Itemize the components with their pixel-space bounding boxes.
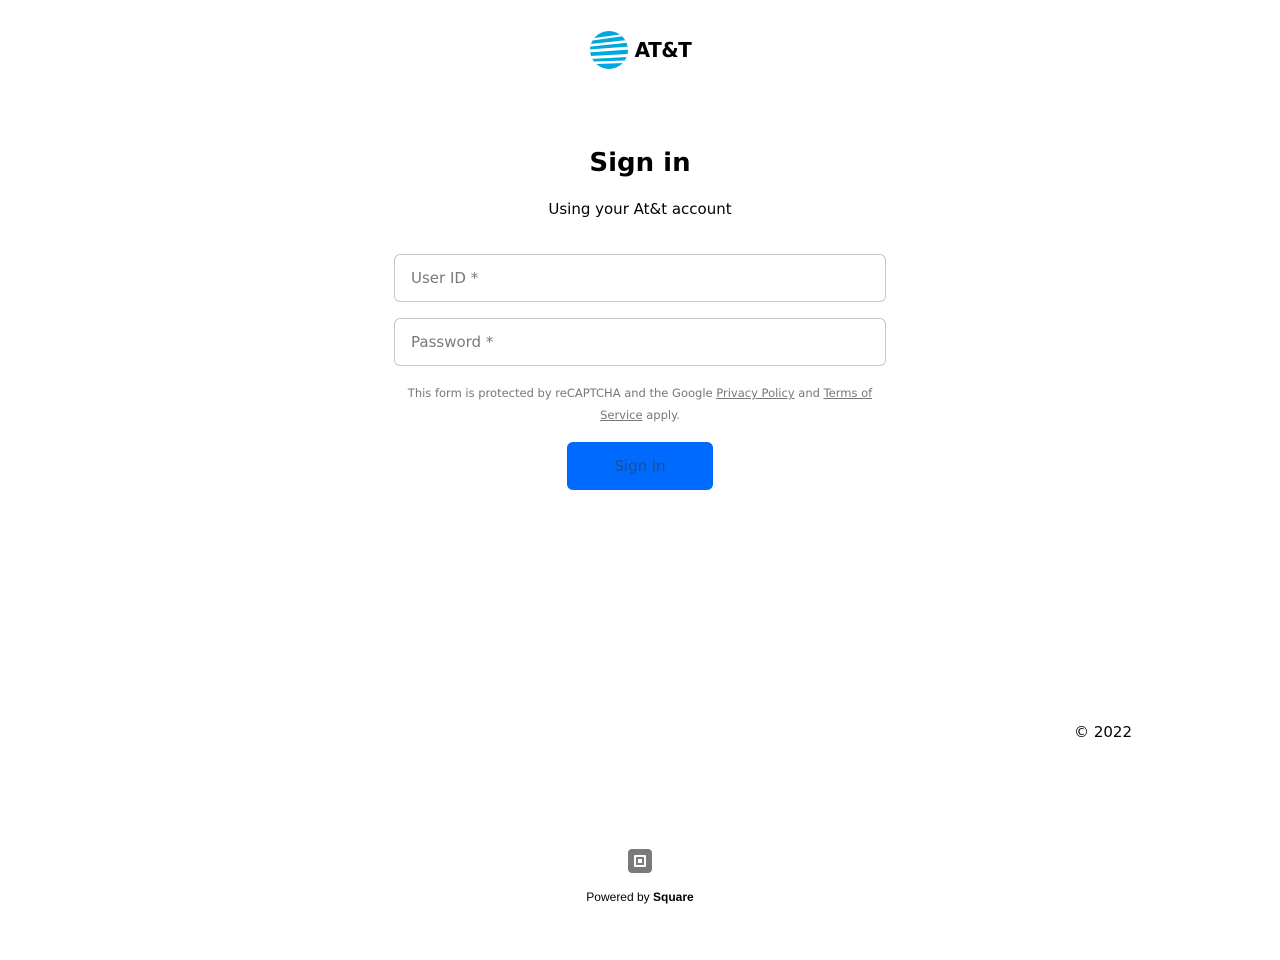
recaptcha-text-suffix: apply. xyxy=(646,408,680,422)
user-id-field-container xyxy=(394,254,886,302)
sign-in-button[interactable]: Sign in xyxy=(567,442,713,490)
privacy-policy-link[interactable]: Privacy Policy xyxy=(716,386,794,400)
header: AT&T xyxy=(0,30,1280,70)
password-field-container xyxy=(394,318,886,366)
copyright-text: © 2022 xyxy=(1074,723,1132,741)
page-subtitle: Using your At&t account xyxy=(548,200,732,218)
page-title: Sign in xyxy=(589,148,691,178)
recaptcha-text-and: and xyxy=(798,386,820,400)
powered-by-text: Powered by xyxy=(586,890,650,904)
att-globe-icon xyxy=(589,31,628,69)
password-input[interactable] xyxy=(395,319,885,365)
brand-logo-text: AT&T xyxy=(634,38,692,62)
brand-logo[interactable]: AT&T xyxy=(589,30,692,70)
powered-by-brand[interactable]: Square xyxy=(653,890,694,904)
recaptcha-text-prefix: This form is protected by reCAPTCHA and … xyxy=(407,386,713,400)
square-logo-icon xyxy=(628,849,652,873)
recaptcha-notice: This form is protected by reCAPTCHA and … xyxy=(400,382,880,426)
user-id-input[interactable] xyxy=(395,255,885,301)
powered-by: Powered by Square xyxy=(0,890,1280,904)
